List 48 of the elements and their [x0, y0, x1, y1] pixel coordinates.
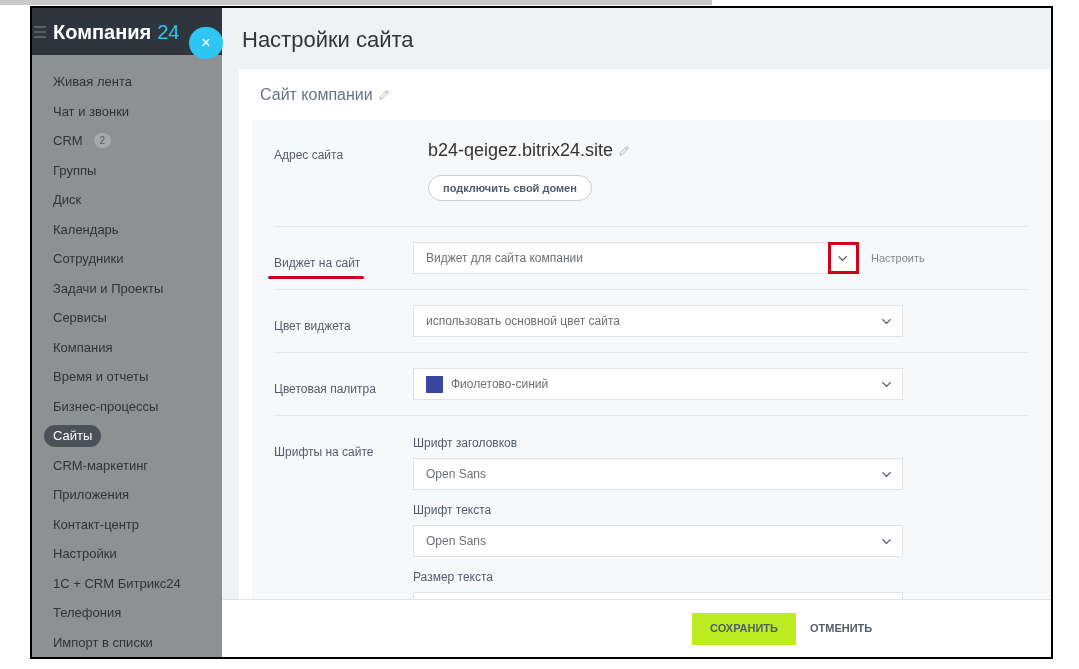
save-button[interactable]: СОХРАНИТЬ [692, 612, 796, 645]
select-field[interactable]: Виджет для сайта компании [413, 242, 859, 274]
select-value: Open Sans [426, 466, 488, 483]
sidebar-item[interactable]: Сотрудники [44, 249, 133, 269]
select-field[interactable]: использовать основной цвет сайта [413, 305, 903, 337]
sidebar-item[interactable]: 1С + CRM Битрикс24 [44, 573, 190, 593]
cancel-button[interactable]: ОТМЕНИТЬ [809, 620, 873, 637]
configure-link[interactable]: Настроить [871, 249, 925, 267]
sidebar-item[interactable]: Настройки [44, 544, 126, 564]
sidebar-item[interactable]: Задачи и Проекты [44, 278, 173, 298]
row-label: Цветовая палитра [274, 381, 376, 398]
row-label: Адрес сайта [274, 147, 344, 164]
sidebar-item[interactable]: CRM-маркетинг [44, 455, 158, 475]
sidebar-item[interactable]: Сайты [44, 425, 102, 447]
sidebar-item[interactable]: Календарь [44, 219, 128, 239]
select-field[interactable]: Open Sans [413, 525, 903, 557]
sidebar-item[interactable]: Группы [44, 160, 106, 180]
select-value: Виджет для сайта компании [426, 250, 584, 267]
sidebar-item[interactable]: Приложения [44, 485, 139, 505]
card-title: Сайт компании [260, 85, 373, 105]
select-value: использовать основной цвет сайта [426, 313, 621, 330]
select-field[interactable]: Фиолетово-синий [413, 368, 903, 400]
row-label: Цвет виджета [274, 318, 351, 335]
logo-number: 24 [157, 19, 180, 45]
sidebar-item[interactable]: Диск [44, 190, 91, 210]
select-value: Open Sans [426, 533, 488, 550]
count-badge: 2 [93, 133, 112, 149]
sidebar-item[interactable]: Бизнес-процессы [44, 396, 168, 416]
sidebar-item[interactable]: Время и отчеты [44, 367, 158, 387]
sidebar-item[interactable]: Импорт в списки [44, 632, 162, 652]
field-label: Шрифт текста [413, 502, 493, 519]
page-title: Настройки сайта [242, 25, 414, 54]
field-label: Шрифт заголовков [413, 435, 519, 452]
row-label: Виджет на сайт [274, 254, 361, 272]
sidebar-item[interactable]: Компания [44, 337, 122, 357]
sidebar-item[interactable]: CRM [44, 131, 92, 151]
connect-domain-button[interactable]: подключить свой домен [428, 175, 592, 201]
sidebar-item[interactable]: Контакт-центр [44, 514, 149, 534]
row-label: Шрифты на сайте [274, 444, 374, 461]
sidebar-item[interactable]: Чат и звонки [44, 101, 139, 121]
sidebar-item[interactable]: Телефония [44, 603, 131, 623]
logo-text: Компания [53, 19, 152, 45]
field-label: Размер текста [413, 569, 495, 586]
sidebar-item[interactable]: Сервисы [44, 308, 116, 328]
select-value: Фиолетово-синий [451, 376, 550, 393]
site-address: b24-qeigez.bitrix24.site [428, 139, 614, 162]
sidebar-item[interactable]: Живая лента [44, 72, 141, 92]
select-field[interactable]: Open Sans [413, 458, 903, 490]
